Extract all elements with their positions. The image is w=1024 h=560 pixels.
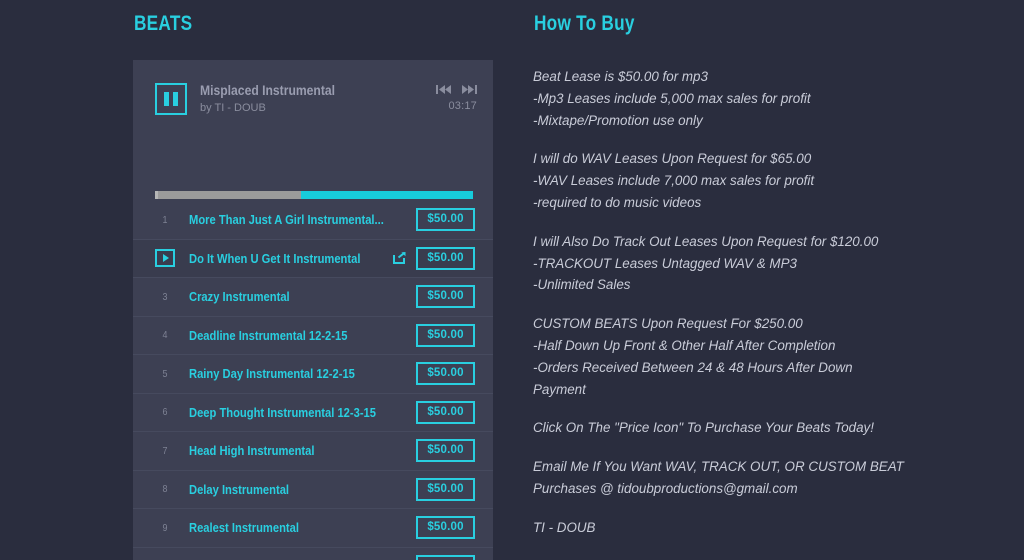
how-to-buy-line: -Half Down Up Front & Other Half After C… bbox=[533, 337, 836, 353]
track-duration: 03:17 bbox=[448, 100, 477, 112]
how-to-buy-line: I will do WAV Leases Upon Request for $6… bbox=[533, 151, 812, 167]
track-list: 1 More Than Just A Girl Instrumental... $5… bbox=[133, 201, 493, 560]
price-button[interactable]: $50.00 bbox=[416, 362, 475, 386]
track-title: Delay Instrumental bbox=[189, 481, 290, 497]
how-to-buy-paragraph: Email Me If You Want WAV, TRACK OUT, OR … bbox=[533, 456, 933, 500]
track-row[interactable]: 6 Deep Thought Instrumental 12-3-15 $50.00 bbox=[133, 394, 493, 432]
play-icon[interactable] bbox=[155, 249, 175, 268]
price-button[interactable]: $50.00 bbox=[416, 516, 475, 540]
track-title: Head High Instrumental bbox=[189, 443, 315, 459]
progress-remaining bbox=[301, 191, 473, 199]
share-icon[interactable] bbox=[393, 252, 406, 265]
pause-icon[interactable] bbox=[155, 83, 187, 115]
track-title: Deep Thought Instrumental 12-3-15 bbox=[189, 404, 376, 420]
player-header: Misplaced Instrumental by TI - DOUB 03:1… bbox=[133, 60, 493, 130]
beat-player-panel: Misplaced Instrumental by TI - DOUB 03:1… bbox=[133, 60, 493, 560]
how-to-buy-line: -WAV Leases include 7,000 max sales for … bbox=[533, 173, 815, 189]
pause-bar-right bbox=[173, 92, 178, 106]
track-row[interactable]: 7 Head High Instrumental $50.00 bbox=[133, 432, 493, 471]
how-to-buy-heading: How To Buy bbox=[534, 12, 635, 35]
track-title: Crazy Instrumental bbox=[189, 289, 290, 305]
skip-next-icon[interactable] bbox=[462, 84, 477, 95]
track-number: 8 bbox=[162, 483, 168, 496]
how-to-buy-line: I will Also Do Track Out Leases Upon Req… bbox=[533, 233, 879, 249]
track-row[interactable]: 1 More Than Just A Girl Instrumental... $5… bbox=[133, 201, 493, 240]
track-number: 3 bbox=[162, 290, 168, 303]
how-to-buy-line: Click On The "Price Icon" To Purchase Yo… bbox=[533, 420, 874, 436]
price-button[interactable]: $50.00 bbox=[416, 208, 475, 232]
progress-elapsed bbox=[155, 191, 158, 199]
track-row[interactable]: 4 Deadline Instrumental 12-2-15 $50.00 bbox=[133, 317, 493, 355]
now-playing-artist: by TI - DOUB bbox=[200, 102, 266, 114]
track-number: 7 bbox=[162, 444, 168, 457]
skip-previous-icon[interactable] bbox=[436, 84, 451, 95]
how-to-buy-line: -Orders Received Between 24 & 48 Hours A… bbox=[533, 359, 853, 375]
track-row[interactable]: Do It When U Get It Instrumental $50.00 bbox=[133, 239, 493, 278]
how-to-buy-line: Purchases @ tidoubproductions@gmail.com bbox=[533, 480, 798, 496]
player-controls: 03:17 bbox=[436, 84, 477, 112]
how-to-buy-line: Email Me If You Want WAV, TRACK OUT, OR … bbox=[533, 459, 904, 475]
how-to-buy-paragraph: Click On The "Price Icon" To Purchase Yo… bbox=[533, 417, 933, 439]
track-number: 4 bbox=[162, 329, 168, 342]
track-title: Realest Instrumental bbox=[189, 520, 299, 536]
track-row[interactable]: 9 Realest Instrumental $50.00 bbox=[133, 509, 493, 548]
how-to-buy-column: How To Buy Beat Lease is $50.00 for mp3 -… bbox=[533, 0, 933, 539]
how-to-buy-line: -Unlimited Sales bbox=[533, 277, 631, 293]
track-number: 6 bbox=[162, 406, 168, 419]
how-to-buy-line: -TRACKOUT Leases Untagged WAV & MP3 bbox=[533, 255, 797, 271]
how-to-buy-paragraph: I will Also Do Track Out Leases Upon Req… bbox=[533, 231, 933, 296]
track-row[interactable]: 3 Crazy Instrumental $50.00 bbox=[133, 278, 493, 317]
how-to-buy-paragraph: CUSTOM BEATS Upon Request For $250.00 -Ha… bbox=[533, 313, 933, 400]
how-to-buy-paragraph: I will do WAV Leases Upon Request for $6… bbox=[533, 148, 933, 213]
how-to-buy-line: CUSTOM BEATS Upon Request For $250.00 bbox=[533, 316, 803, 332]
how-to-buy-paragraph: Beat Lease is $50.00 for mp3 -Mp3 Leases … bbox=[533, 66, 933, 131]
beats-column: BEATS Misplaced Instrumental by TI - DOU… bbox=[133, 0, 495, 560]
now-playing-meta: Misplaced Instrumental by TI - DOUB bbox=[200, 82, 436, 116]
price-button[interactable]: $50.00 bbox=[416, 323, 475, 347]
how-to-buy-line: TI - DOUB bbox=[533, 519, 596, 535]
price-button[interactable]: $50.00 bbox=[416, 246, 475, 270]
track-row[interactable]: 10Mad Violinist Instrumental$50.00 bbox=[133, 548, 493, 560]
how-to-buy-line: Payment bbox=[533, 381, 586, 397]
how-to-buy-text: Beat Lease is $50.00 for mp3 -Mp3 Leases … bbox=[533, 66, 933, 539]
price-button[interactable]: $50.00 bbox=[416, 285, 475, 309]
playback-progress-bar[interactable] bbox=[155, 191, 473, 199]
track-number: 5 bbox=[162, 367, 168, 380]
track-title: Do It When U Get It Instrumental bbox=[189, 250, 361, 266]
track-row[interactable]: 5 Rainy Day Instrumental 12-2-15 $50.00 bbox=[133, 355, 493, 394]
skip-controls bbox=[436, 84, 477, 95]
now-playing-title: Misplaced Instrumental bbox=[200, 83, 336, 98]
how-to-buy-line: -Mp3 Leases include 5,000 max sales for … bbox=[533, 90, 811, 106]
how-to-buy-paragraph: TI - DOUB bbox=[533, 517, 933, 539]
price-button[interactable]: $50.00 bbox=[416, 400, 475, 424]
track-title: Rainy Day Instrumental 12-2-15 bbox=[189, 366, 355, 382]
how-to-buy-line: Beat Lease is $50.00 for mp3 bbox=[533, 69, 708, 84]
track-title: Deadline Instrumental 12-2-15 bbox=[189, 327, 348, 343]
page-root: BEATS Misplaced Instrumental by TI - DOU… bbox=[0, 0, 1024, 560]
track-number: 1 bbox=[162, 213, 168, 226]
track-title: More Than Just A Girl Instrumental... bbox=[189, 212, 384, 228]
how-to-buy-line: -required to do music videos bbox=[533, 194, 702, 210]
pause-bar-left bbox=[164, 92, 169, 106]
price-button[interactable]: $50.00 bbox=[416, 554, 475, 560]
price-button[interactable]: $50.00 bbox=[416, 477, 475, 501]
how-to-buy-line: -Mixtape/Promotion use only bbox=[533, 112, 703, 128]
track-number: 9 bbox=[162, 521, 168, 534]
beats-heading: BEATS bbox=[134, 12, 193, 35]
price-button[interactable]: $50.00 bbox=[416, 439, 475, 463]
track-row[interactable]: 8 Delay Instrumental $50.00 bbox=[133, 471, 493, 509]
